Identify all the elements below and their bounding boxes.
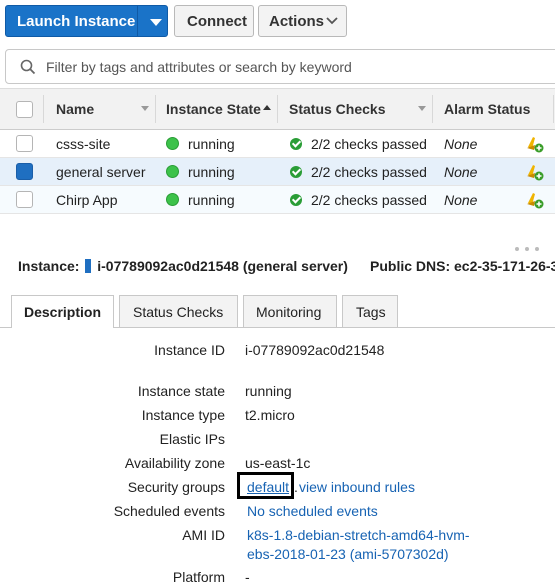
column-divider	[155, 95, 156, 123]
sort-icon[interactable]	[418, 106, 426, 112]
column-header-name[interactable]: Name	[56, 101, 94, 117]
instance-state: running	[188, 192, 235, 208]
create-alarm-icon[interactable]	[526, 191, 544, 209]
column-divider	[277, 95, 278, 123]
check-passed-icon	[290, 138, 302, 150]
field-label: Instance ID	[154, 342, 225, 358]
alarm-status: None	[444, 192, 478, 208]
row-checkbox[interactable]	[16, 135, 33, 152]
status-checks[interactable]: 2/2 checks passed	[311, 164, 427, 180]
availability-zone-value: us-east-1c	[245, 455, 311, 471]
alarm-status: None	[444, 136, 478, 152]
field-label: Platform	[172, 569, 225, 585]
ami-id-link-cont[interactable]: ebs-2018-01-23 (ami-5707302d)	[247, 546, 449, 562]
selected-marker	[85, 259, 92, 273]
instance-state-value: running	[245, 383, 292, 399]
tab-description[interactable]: Description	[11, 295, 114, 328]
column-divider	[432, 95, 433, 123]
security-group-link[interactable]: default	[247, 479, 289, 495]
field-label: Availability zone	[124, 455, 225, 471]
check-passed-icon	[290, 194, 302, 206]
instance-state: running	[188, 164, 235, 180]
public-dns: Public DNS: ec2-35-171-26-3	[370, 258, 555, 274]
instance-value: i-07789092ac0d21548 (general server)	[97, 258, 348, 274]
resize-handle-icon[interactable]	[514, 246, 544, 252]
tab-label: Tags	[356, 304, 386, 320]
column-divider	[553, 95, 554, 123]
running-status-icon	[166, 137, 179, 150]
table-row[interactable]: Chirp App running 2/2 checks passed None	[0, 186, 555, 214]
instance-name: general server	[56, 164, 146, 180]
tab-label: Monitoring	[256, 304, 322, 320]
launch-instance-label: Launch Instance	[17, 13, 136, 30]
chevron-down-icon	[326, 17, 338, 25]
tab-label: Description	[24, 304, 102, 320]
instance-state: running	[188, 136, 235, 152]
instance-label: Instance:	[18, 258, 80, 274]
running-status-icon	[166, 165, 179, 178]
table-row[interactable]: general server running 2/2 checks passed…	[0, 158, 555, 186]
view-inbound-rules-link[interactable]: view inbound rules	[299, 479, 415, 495]
search-icon	[20, 59, 36, 75]
search-placeholder: Filter by tags and attributes or search …	[46, 59, 352, 75]
actions-button[interactable]: Actions	[258, 5, 347, 37]
instance-name: Chirp App	[56, 192, 118, 208]
column-divider	[43, 95, 44, 123]
instance-name: csss-site	[56, 136, 111, 152]
row-checkbox[interactable]	[16, 191, 33, 208]
separator: .	[294, 479, 298, 495]
column-header-status-checks[interactable]: Status Checks	[289, 101, 385, 117]
instance-type-value: t2.micro	[245, 407, 295, 423]
check-passed-icon	[290, 166, 302, 178]
scheduled-events-link[interactable]: No scheduled events	[247, 503, 378, 519]
field-label: Instance state	[137, 383, 225, 399]
connect-button[interactable]: Connect	[174, 5, 254, 37]
row-checkbox-checked[interactable]	[16, 163, 33, 180]
launch-instance-button[interactable]: Launch Instance	[5, 5, 168, 37]
field-label: AMI ID	[182, 527, 225, 543]
tab-monitoring[interactable]: Monitoring	[243, 295, 337, 327]
split-divider	[137, 6, 138, 36]
actions-label: Actions	[269, 13, 325, 30]
sort-asc-icon[interactable]	[263, 105, 271, 111]
field-label: Security groups	[127, 479, 225, 495]
create-alarm-icon[interactable]	[526, 135, 544, 153]
dns-value: ec2-35-171-26-3	[454, 258, 555, 274]
sort-icon[interactable]	[141, 106, 149, 112]
instance-id-value: i-07789092ac0d21548	[245, 342, 385, 358]
tab-status-checks[interactable]: Status Checks	[119, 295, 238, 327]
running-status-icon	[166, 193, 179, 206]
platform-value: -	[245, 569, 250, 585]
connect-label: Connect	[187, 13, 247, 30]
field-label: Elastic IPs	[159, 431, 225, 447]
table-header: Name Instance State Status Checks Alarm …	[0, 88, 555, 130]
field-label: Scheduled events	[113, 503, 225, 519]
search-input[interactable]: Filter by tags and attributes or search …	[5, 49, 555, 84]
create-alarm-icon[interactable]	[526, 163, 544, 181]
column-header-instance-state[interactable]: Instance State	[166, 101, 261, 117]
field-label: Instance type	[141, 407, 225, 423]
status-checks[interactable]: 2/2 checks passed	[311, 136, 427, 152]
tab-label: Status Checks	[133, 304, 224, 320]
dns-label: Public DNS:	[370, 258, 451, 274]
table-row[interactable]: csss-site running 2/2 checks passed None	[0, 130, 555, 158]
chevron-down-icon[interactable]	[150, 19, 162, 26]
status-checks[interactable]: 2/2 checks passed	[311, 192, 427, 208]
active-tab-gap	[12, 327, 113, 328]
tab-tags[interactable]: Tags	[342, 295, 398, 327]
column-header-alarm-status[interactable]: Alarm Status	[444, 101, 530, 117]
instance-summary: Instance: i-07789092ac0d21548 (general s…	[18, 258, 348, 274]
ami-id-link[interactable]: k8s-1.8-debian-stretch-amd64-hvm-	[247, 527, 470, 543]
select-all-checkbox[interactable]	[16, 101, 33, 118]
alarm-status: None	[444, 164, 478, 180]
